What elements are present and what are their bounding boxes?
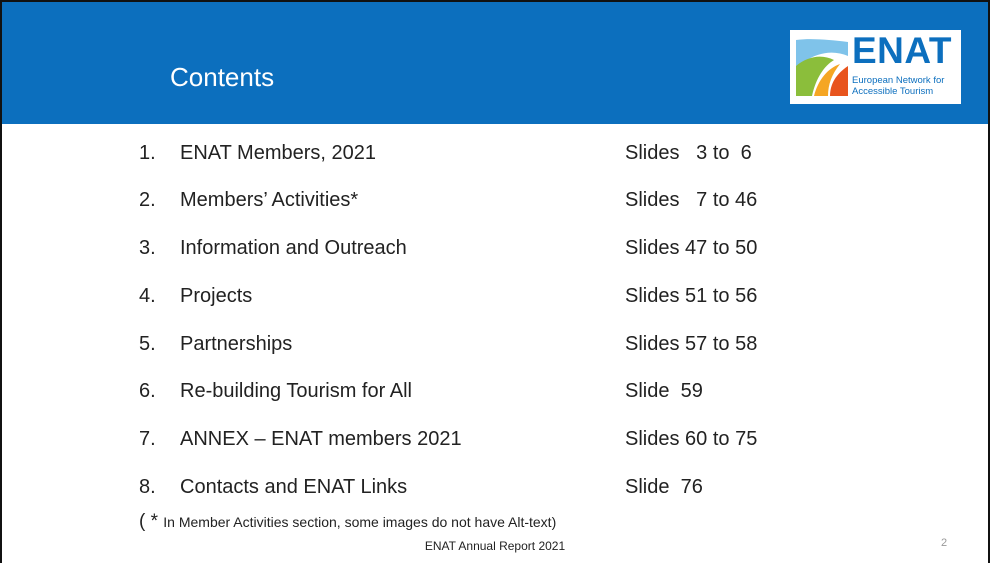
item-number: 7. [139, 428, 156, 450]
slide-footer: ENAT Annual Report 2021 [424, 539, 566, 553]
list-item: 4. Projects Slides 51 to 56 [139, 285, 839, 315]
item-label: ENAT Members, 2021 [180, 142, 377, 164]
item-label: Contacts and ENAT Links [180, 476, 408, 498]
logo-subtitle-line1: European Network for [852, 75, 945, 86]
logo-subtitle-line2: Accessible Tourism [852, 86, 934, 97]
item-label: ANNEX – ENAT members 2021 [180, 428, 462, 450]
list-item: 7. ANNEX – ENAT members 2021 Slides 60 t… [139, 428, 839, 458]
item-slides: Slides 60 to 75 [625, 428, 758, 450]
item-number: 5. [139, 333, 156, 355]
item-slides: Slide 59 [625, 380, 703, 402]
item-label: Partnerships [180, 333, 293, 355]
item-number: 3. [139, 237, 156, 259]
alt-text-note: ( * In Member Activities section, some i… [139, 511, 556, 533]
item-label: Members’ Activities* [180, 189, 359, 211]
page-number: 2 [941, 537, 948, 549]
item-number: 1. [139, 142, 156, 164]
item-slides: Slide 76 [625, 476, 703, 498]
item-slides: Slides 3 to 6 [625, 142, 752, 164]
list-item: 6. Re-building Tourism for All Slide 59 [139, 380, 839, 410]
list-item: 3. Information and Outreach Slides 47 to… [139, 237, 839, 267]
item-slides: Slides 7 to 46 [625, 189, 758, 211]
enat-logo: ENAT European Network for Accessible Tou… [790, 30, 961, 104]
page-title: Contents [170, 62, 275, 92]
logo-wordmark: ENAT [852, 30, 952, 71]
list-item: 1. ENAT Members, 2021 Slides 3 to 6 [139, 142, 839, 172]
list-item: 2. Members’ Activities* Slides 7 to 46 [139, 189, 839, 219]
item-number: 8. [139, 476, 156, 498]
item-slides: Slides 47 to 50 [625, 237, 758, 259]
item-slides: Slides 51 to 56 [625, 285, 758, 307]
item-number: 4. [139, 285, 156, 307]
note-text: In Member Activities section, some image… [163, 514, 557, 530]
list-item: 5. Partnerships Slides 57 to 58 [139, 333, 839, 363]
item-label: Information and Outreach [180, 237, 407, 259]
enat-logo-mark-icon [796, 39, 848, 96]
item-number: 6. [139, 380, 156, 402]
item-number: 2. [139, 189, 156, 211]
item-label: Projects [180, 285, 253, 307]
logo-subtitle: European Network for Accessible Tourism [852, 75, 944, 97]
item-label: Re-building Tourism for All [180, 380, 412, 402]
note-prefix: ( * [139, 511, 164, 532]
list-item: 8. Contacts and ENAT Links Slide 76 [139, 476, 839, 506]
item-slides: Slides 57 to 58 [625, 333, 758, 355]
